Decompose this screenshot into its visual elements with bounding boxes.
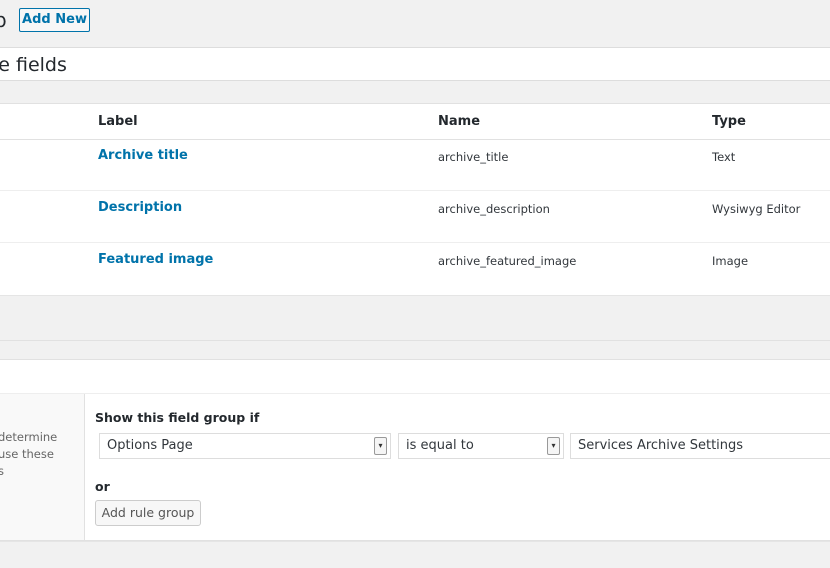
field-label-link[interactable]: Featured image [98,252,213,267]
row-divider [0,242,830,243]
field-name: archive_featured_image [438,254,577,268]
show-if-label: Show this field group if [95,410,260,425]
fields-table-footer [0,295,830,341]
page-title: p [0,8,7,32]
rule-operator-select[interactable]: is equal to ▾ [398,433,564,459]
dropdown-arrow-icon: ▾ [547,437,560,455]
location-description-line: use these [0,447,54,461]
title-input-value: ve fields [0,54,67,76]
rule-value-value: Services Archive Settings [578,438,744,453]
bottom-bar [0,541,830,562]
field-type: Image [712,254,749,268]
location-description-panel [0,394,85,540]
add-new-button[interactable]: Add New [19,8,90,32]
rule-operator-value: is equal to [406,438,474,453]
rule-param-select[interactable]: Options Page ▾ [99,433,391,459]
field-label-link[interactable]: Archive title [98,148,188,163]
field-name: archive_title [438,150,509,164]
field-name: archive_description [438,202,550,216]
dropdown-arrow-icon: ▾ [374,437,387,455]
column-header-label: Label [98,114,138,129]
rule-value-select[interactable]: Services Archive Settings [570,433,830,459]
field-type: Wysiwyg Editor [712,202,801,216]
title-input[interactable] [0,47,830,81]
add-rule-group-button[interactable]: Add rule group [95,500,201,526]
location-description-line: s [0,464,4,478]
column-header-type: Type [712,114,746,129]
location-header [0,360,830,394]
field-type: Text [712,150,736,164]
field-label-link[interactable]: Description [98,200,182,215]
or-label: or [95,479,110,494]
location-description-line: determine [0,430,58,444]
rule-param-value: Options Page [107,438,193,453]
row-divider [0,190,830,191]
column-header-name: Name [438,114,481,129]
